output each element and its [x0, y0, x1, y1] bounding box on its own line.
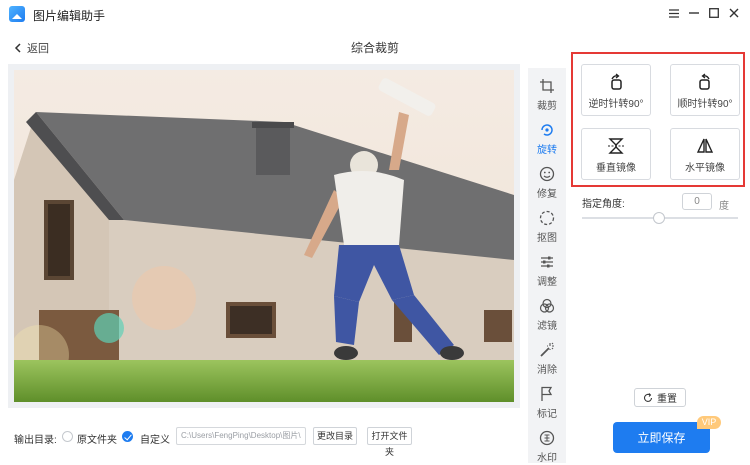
- original-folder-label: 原文件夹: [77, 435, 117, 446]
- vertical-flip-button[interactable]: 垂直镜像: [581, 128, 651, 180]
- rotate-cw-label: 顺时针转90°: [677, 99, 733, 110]
- horizontal-flip-icon: [696, 138, 714, 153]
- tool-crop[interactable]: 裁剪: [528, 72, 566, 116]
- app-logo-icon: [9, 6, 25, 22]
- window-controls: [666, 4, 742, 22]
- tool-label: 滤镜: [537, 321, 557, 332]
- tool-label: 抠图: [537, 233, 557, 244]
- radio-original-folder[interactable]: [62, 431, 73, 442]
- tool-watermark[interactable]: 水印: [528, 424, 566, 465]
- adjust-icon: [541, 256, 553, 268]
- tool-rotate[interactable]: 旋转: [528, 116, 566, 160]
- angle-input[interactable]: [682, 193, 712, 210]
- output-directory-label: 输出目录:: [14, 435, 57, 446]
- tool-mark[interactable]: 标记: [528, 380, 566, 424]
- reset-label: 重置: [657, 394, 677, 405]
- menu-icon[interactable]: [666, 4, 682, 22]
- angle-slider-thumb[interactable]: [653, 212, 665, 224]
- tool-label: 消除: [537, 365, 557, 376]
- angle-unit: 度: [719, 201, 729, 212]
- tool-cutout[interactable]: 抠图: [528, 204, 566, 248]
- reset-button[interactable]: 重置: [634, 388, 686, 407]
- horizontal-flip-label: 水平镜像: [685, 163, 725, 174]
- vip-badge: VIP: [697, 416, 721, 429]
- horizontal-flip-button[interactable]: 水平镜像: [670, 128, 740, 180]
- cutout-icon: [539, 210, 555, 226]
- rotate-clockwise-icon: [699, 73, 710, 90]
- tool-adjust[interactable]: 调整: [528, 248, 566, 292]
- rotate-ccw-button[interactable]: 逆时针转90°: [581, 64, 651, 116]
- angle-label: 指定角度:: [582, 199, 625, 210]
- tool-label: 水印: [537, 453, 557, 464]
- tool-filter[interactable]: 滤镜: [528, 292, 566, 336]
- tool-repair[interactable]: 修复: [528, 160, 566, 204]
- maximize-icon[interactable]: [706, 4, 722, 22]
- save-now-button[interactable]: 立即保存: [613, 422, 710, 453]
- tool-label: 裁剪: [537, 101, 557, 112]
- canvas-area: [8, 64, 520, 408]
- tool-label: 调整: [537, 277, 557, 288]
- photo-preview[interactable]: [14, 70, 514, 402]
- title-bar: 图片编辑助手: [0, 0, 750, 28]
- open-folder-button[interactable]: 打开文件夹: [367, 427, 412, 457]
- rotate-ccw-label: 逆时针转90°: [588, 99, 644, 110]
- rotate-counterclockwise-icon: [611, 73, 622, 90]
- crop-icon: [540, 79, 554, 93]
- tool-sidebar: 裁剪 旋转 修复 抠图 调整 滤镜 消除 标记 水印: [528, 68, 566, 465]
- minimize-icon[interactable]: [686, 4, 702, 22]
- close-icon[interactable]: [726, 4, 742, 22]
- filter-icon: [539, 298, 555, 313]
- refresh-icon: [643, 392, 653, 402]
- vertical-flip-icon: [608, 138, 624, 154]
- radio-custom-folder[interactable]: [122, 431, 133, 442]
- app-title: 图片编辑助手: [33, 9, 106, 23]
- smile-icon: [539, 166, 555, 182]
- rotate-icon: [541, 124, 553, 136]
- magic-wand-icon: [540, 342, 554, 357]
- vertical-flip-label: 垂直镜像: [596, 163, 636, 174]
- custom-folder-label: 自定义: [140, 435, 170, 446]
- output-directory-bar: 输出目录: 原文件夹 自定义 C:\Users\FengPing\Desktop…: [0, 426, 520, 457]
- change-directory-button[interactable]: 更改目录: [313, 427, 357, 445]
- output-path-field[interactable]: C:\Users\FengPing\Desktop\图片\: [176, 427, 306, 445]
- rotate-cw-button[interactable]: 顺时针转90°: [670, 64, 740, 116]
- watermark-icon: [539, 430, 555, 446]
- tool-label: 修复: [537, 189, 557, 200]
- tool-label: 标记: [537, 409, 557, 420]
- flag-icon: [541, 386, 553, 401]
- tool-erase[interactable]: 消除: [528, 336, 566, 380]
- tool-label: 旋转: [537, 145, 557, 156]
